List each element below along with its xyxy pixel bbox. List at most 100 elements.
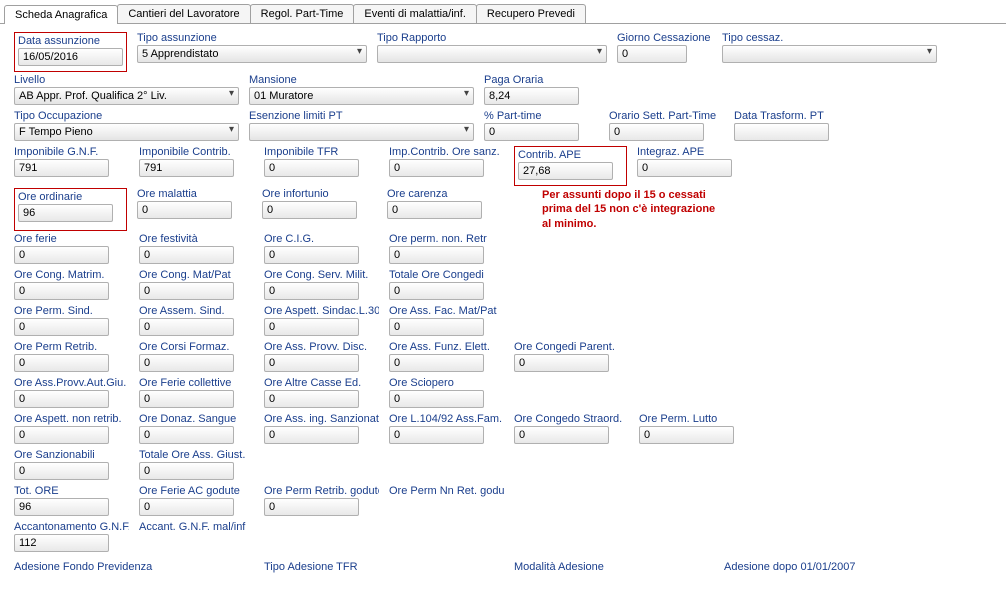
warning-note: Per assunti dopo il 15 o cessati prima d…	[542, 188, 715, 231]
input-ore-sanzionabili[interactable]	[14, 462, 109, 480]
input-ore-donaz-sangue[interactable]	[139, 426, 234, 444]
input-ore-ass-provv-disc[interactable]	[264, 354, 359, 372]
label-ore-ass-provv-disc: Ore Ass. Provv. Disc.	[264, 341, 379, 353]
input-giorno-cessazione[interactable]	[617, 45, 687, 63]
input-ore-sciopero[interactable]	[389, 390, 484, 408]
label-tipo-assunzione: Tipo assunzione	[137, 32, 367, 44]
input-contrib-ape[interactable]	[518, 162, 613, 180]
input-totale-ore-ass-giust[interactable]	[139, 462, 234, 480]
label-ore-festivita: Ore festività	[139, 233, 254, 245]
label-ore-ass-ing-sanzionate: Ore Ass. ing. Sanzionate	[264, 413, 379, 425]
label-adesione-dopo: Adesione dopo 01/01/2007	[724, 561, 856, 573]
input-ore-aspett-non-retrib[interactable]	[14, 426, 109, 444]
label-accant-gnf-malinf: Accant. G.N.F. mal/inf	[139, 521, 254, 533]
label-tipo-adesione-tfr: Tipo Adesione TFR	[264, 561, 358, 573]
select-tipo-occupazione[interactable]	[14, 123, 239, 141]
select-livello[interactable]	[14, 87, 239, 105]
input-ore-carenza[interactable]	[387, 201, 482, 219]
input-perc-parttime[interactable]	[484, 123, 579, 141]
tab-recupero-prevedi[interactable]: Recupero Prevedi	[476, 4, 586, 23]
input-totale-ore-congedi[interactable]	[389, 282, 484, 300]
input-data-assunzione[interactable]	[18, 48, 123, 66]
input-imponibile-tfr[interactable]	[264, 159, 359, 177]
label-ore-carenza: Ore carenza	[387, 188, 502, 200]
input-ore-assem-sind[interactable]	[139, 318, 234, 336]
input-ore-perm-non-retr[interactable]	[389, 246, 484, 264]
input-imp-contrib-ore-sanz[interactable]	[389, 159, 484, 177]
input-ore-cong-serv-milit[interactable]	[264, 282, 359, 300]
label-adesione-fondo-prev: Adesione Fondo Previdenza	[14, 561, 152, 573]
label-ore-cong-matpat: Ore Cong. Mat/Pat	[139, 269, 254, 281]
input-imponibile-contrib[interactable]	[139, 159, 234, 177]
input-ore-ass-fac-matpat[interactable]	[389, 318, 484, 336]
input-ore-cong-matpat[interactable]	[139, 282, 234, 300]
label-ore-sciopero: Ore Sciopero	[389, 377, 504, 389]
note-line-2: prima del 15 non c'è integrazione	[542, 202, 715, 216]
label-imponibile-tfr: Imponibile TFR	[264, 146, 379, 158]
select-tipo-assunzione[interactable]	[137, 45, 367, 63]
input-ore-perm-sind[interactable]	[14, 318, 109, 336]
input-ore-perm-retrib[interactable]	[14, 354, 109, 372]
input-ore-corsi-formaz[interactable]	[139, 354, 234, 372]
input-ore-ferie[interactable]	[14, 246, 109, 264]
input-ore-perm-retrib-godute[interactable]	[264, 498, 359, 516]
input-ore-cig[interactable]	[264, 246, 359, 264]
input-ore-ferie-collettive[interactable]	[139, 390, 234, 408]
input-ore-festivita[interactable]	[139, 246, 234, 264]
input-ore-ass-provv-aut-giu[interactable]	[14, 390, 109, 408]
label-ore-sanzionabili: Ore Sanzionabili	[14, 449, 129, 461]
label-tot-ore: Tot. ORE	[14, 485, 129, 497]
input-ore-infortunio[interactable]	[262, 201, 357, 219]
input-orario-sett-pt[interactable]	[609, 123, 704, 141]
input-paga-oraria[interactable]	[484, 87, 579, 105]
input-ore-ass-funz-elett[interactable]	[389, 354, 484, 372]
label-livello: Livello	[14, 74, 239, 86]
label-data-assunzione: Data assunzione	[18, 35, 123, 47]
label-ore-ferie-collettive: Ore Ferie collettive	[139, 377, 254, 389]
label-ore-corsi-formaz: Ore Corsi Formaz.	[139, 341, 254, 353]
input-integraz-ape[interactable]	[637, 159, 732, 177]
ore-ordinarie-highlight: Ore ordinarie	[14, 188, 127, 231]
input-ore-aspett-sindac[interactable]	[264, 318, 359, 336]
input-accanton-gnf[interactable]	[14, 534, 109, 552]
select-tipo-rapporto[interactable]	[377, 45, 607, 63]
label-ore-aspett-non-retrib: Ore Aspett. non retrib.	[14, 413, 129, 425]
input-ore-congedo-straord[interactable]	[514, 426, 609, 444]
input-imponibile-gnf[interactable]	[14, 159, 109, 177]
tabs: Scheda Anagrafica Cantieri del Lavorator…	[0, 0, 1006, 24]
label-ore-assem-sind: Ore Assem. Sind.	[139, 305, 254, 317]
select-tipo-cessaz[interactable]	[722, 45, 937, 63]
input-ore-perm-lutto[interactable]	[639, 426, 734, 444]
label-modalita-adesione: Modalità Adesione	[514, 561, 604, 573]
label-imponibile-gnf: Imponibile G.N.F.	[14, 146, 129, 158]
select-esenzione-limiti-pt[interactable]	[249, 123, 474, 141]
form-area: Data assunzione Tipo assunzione Tipo Rap…	[0, 24, 1006, 583]
note-line-1: Per assunti dopo il 15 o cessati	[542, 188, 715, 202]
label-imponibile-contrib: Imponibile Contrib.	[139, 146, 254, 158]
label-ore-aspett-sindac: Ore Aspett. Sindac.L.300	[264, 305, 379, 317]
input-ore-altre-casse-ed[interactable]	[264, 390, 359, 408]
contrib-ape-highlight: Contrib. APE	[514, 146, 627, 186]
label-esenzione-limiti-pt: Esenzione limiti PT	[249, 110, 474, 122]
tab-eventi-malattia[interactable]: Eventi di malattia/inf.	[353, 4, 477, 23]
label-ore-infortunio: Ore infortunio	[262, 188, 377, 200]
input-ore-ferie-ac-godute[interactable]	[139, 498, 234, 516]
input-ore-cong-matrim[interactable]	[14, 282, 109, 300]
input-ore-l104-ass-fam[interactable]	[389, 426, 484, 444]
input-ore-malattia[interactable]	[137, 201, 232, 219]
label-accanton-gnf: Accantonamento G.N.F.	[14, 521, 129, 533]
input-ore-ordinarie[interactable]	[18, 204, 113, 222]
select-mansione[interactable]	[249, 87, 474, 105]
label-orario-sett-pt: Orario Sett. Part-Time	[609, 110, 724, 122]
label-ore-perm-sind: Ore Perm. Sind.	[14, 305, 129, 317]
input-ore-congedi-parent[interactable]	[514, 354, 609, 372]
input-data-trasform-pt[interactable]	[734, 123, 829, 141]
label-data-trasform-pt: Data Trasform. PT	[734, 110, 849, 122]
tab-regol-parttime[interactable]: Regol. Part-Time	[250, 4, 355, 23]
tab-scheda-anagrafica[interactable]: Scheda Anagrafica	[4, 5, 118, 24]
tab-cantieri[interactable]: Cantieri del Lavoratore	[117, 4, 250, 23]
input-tot-ore[interactable]	[14, 498, 109, 516]
label-ore-l104-ass-fam: Ore L.104/92 Ass.Fam.	[389, 413, 504, 425]
label-ore-ferie: Ore ferie	[14, 233, 129, 245]
input-ore-ass-ing-sanzionate[interactable]	[264, 426, 359, 444]
